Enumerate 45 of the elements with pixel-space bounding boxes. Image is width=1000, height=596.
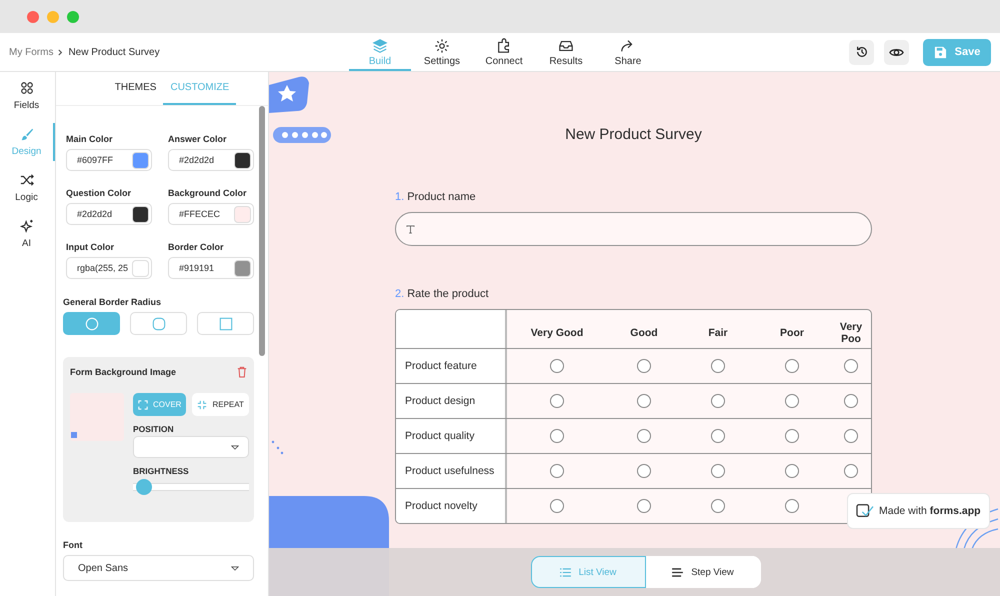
field-label: BRIGHTNESS <box>133 466 190 476</box>
row-label: Product usefulness <box>396 454 507 488</box>
color-field[interactable]: #6097FF <box>66 149 152 171</box>
sidebar-item[interactable]: Fields <box>0 77 55 115</box>
nav-tab[interactable]: Connect <box>473 33 535 71</box>
column-header: Good <box>629 326 659 341</box>
field-label: Answer Color <box>168 134 228 144</box>
row-label: Product novelty <box>396 489 507 523</box>
form-title: New Product Survey <box>564 126 703 143</box>
color-field[interactable]: #2d2d2d <box>66 203 152 225</box>
question-number: 1. <box>395 191 404 203</box>
question-number: 2. <box>395 288 404 300</box>
form-title: New Product Survey <box>68 46 160 58</box>
panel-tab[interactable]: THEMES <box>108 72 164 105</box>
color-field[interactable]: #919191 <box>168 257 254 279</box>
field-label: Input Color <box>66 242 115 252</box>
field-label: General Border Radius <box>63 297 162 307</box>
sidebar-item[interactable]: AI <box>0 215 55 253</box>
row-label: Product design <box>396 384 507 418</box>
sidebar-item[interactable]: Logic <box>0 169 55 207</box>
column-header: Poor <box>779 326 805 341</box>
nav-tab[interactable]: Settings <box>411 33 473 71</box>
card-title: Form Background Image <box>70 367 176 377</box>
mode-button[interactable]: REPEAT <box>192 393 249 416</box>
font-select[interactable]: Open Sans <box>63 555 254 581</box>
row-label: Product quality <box>396 419 507 453</box>
question-label: Product name <box>407 191 476 203</box>
column-header: Very Poo <box>838 320 864 347</box>
column-header: Very Good <box>530 326 584 341</box>
nav-tab[interactable]: Results <box>535 33 597 71</box>
made-with-badge[interactable]: Made with forms.app <box>847 493 990 529</box>
field-label: POSITION <box>133 424 175 434</box>
question-label: Rate the product <box>407 288 489 300</box>
field-label: Question Color <box>66 188 132 198</box>
column-header: Fair <box>707 326 729 341</box>
field-label: Font <box>63 540 84 550</box>
nav-tab[interactable]: Share <box>597 33 659 71</box>
color-field[interactable]: #FFECEC <box>168 203 254 225</box>
field-label: Background Color <box>168 188 248 198</box>
color-field[interactable]: rgba(255, 25 <box>66 257 152 279</box>
breadcrumb-link[interactable]: My Forms <box>9 46 54 58</box>
color-field[interactable]: #2d2d2d <box>168 149 254 171</box>
field-label: Border Color <box>168 242 225 252</box>
row-label: Product feature <box>396 349 507 383</box>
field-label: Main Color <box>66 134 114 144</box>
